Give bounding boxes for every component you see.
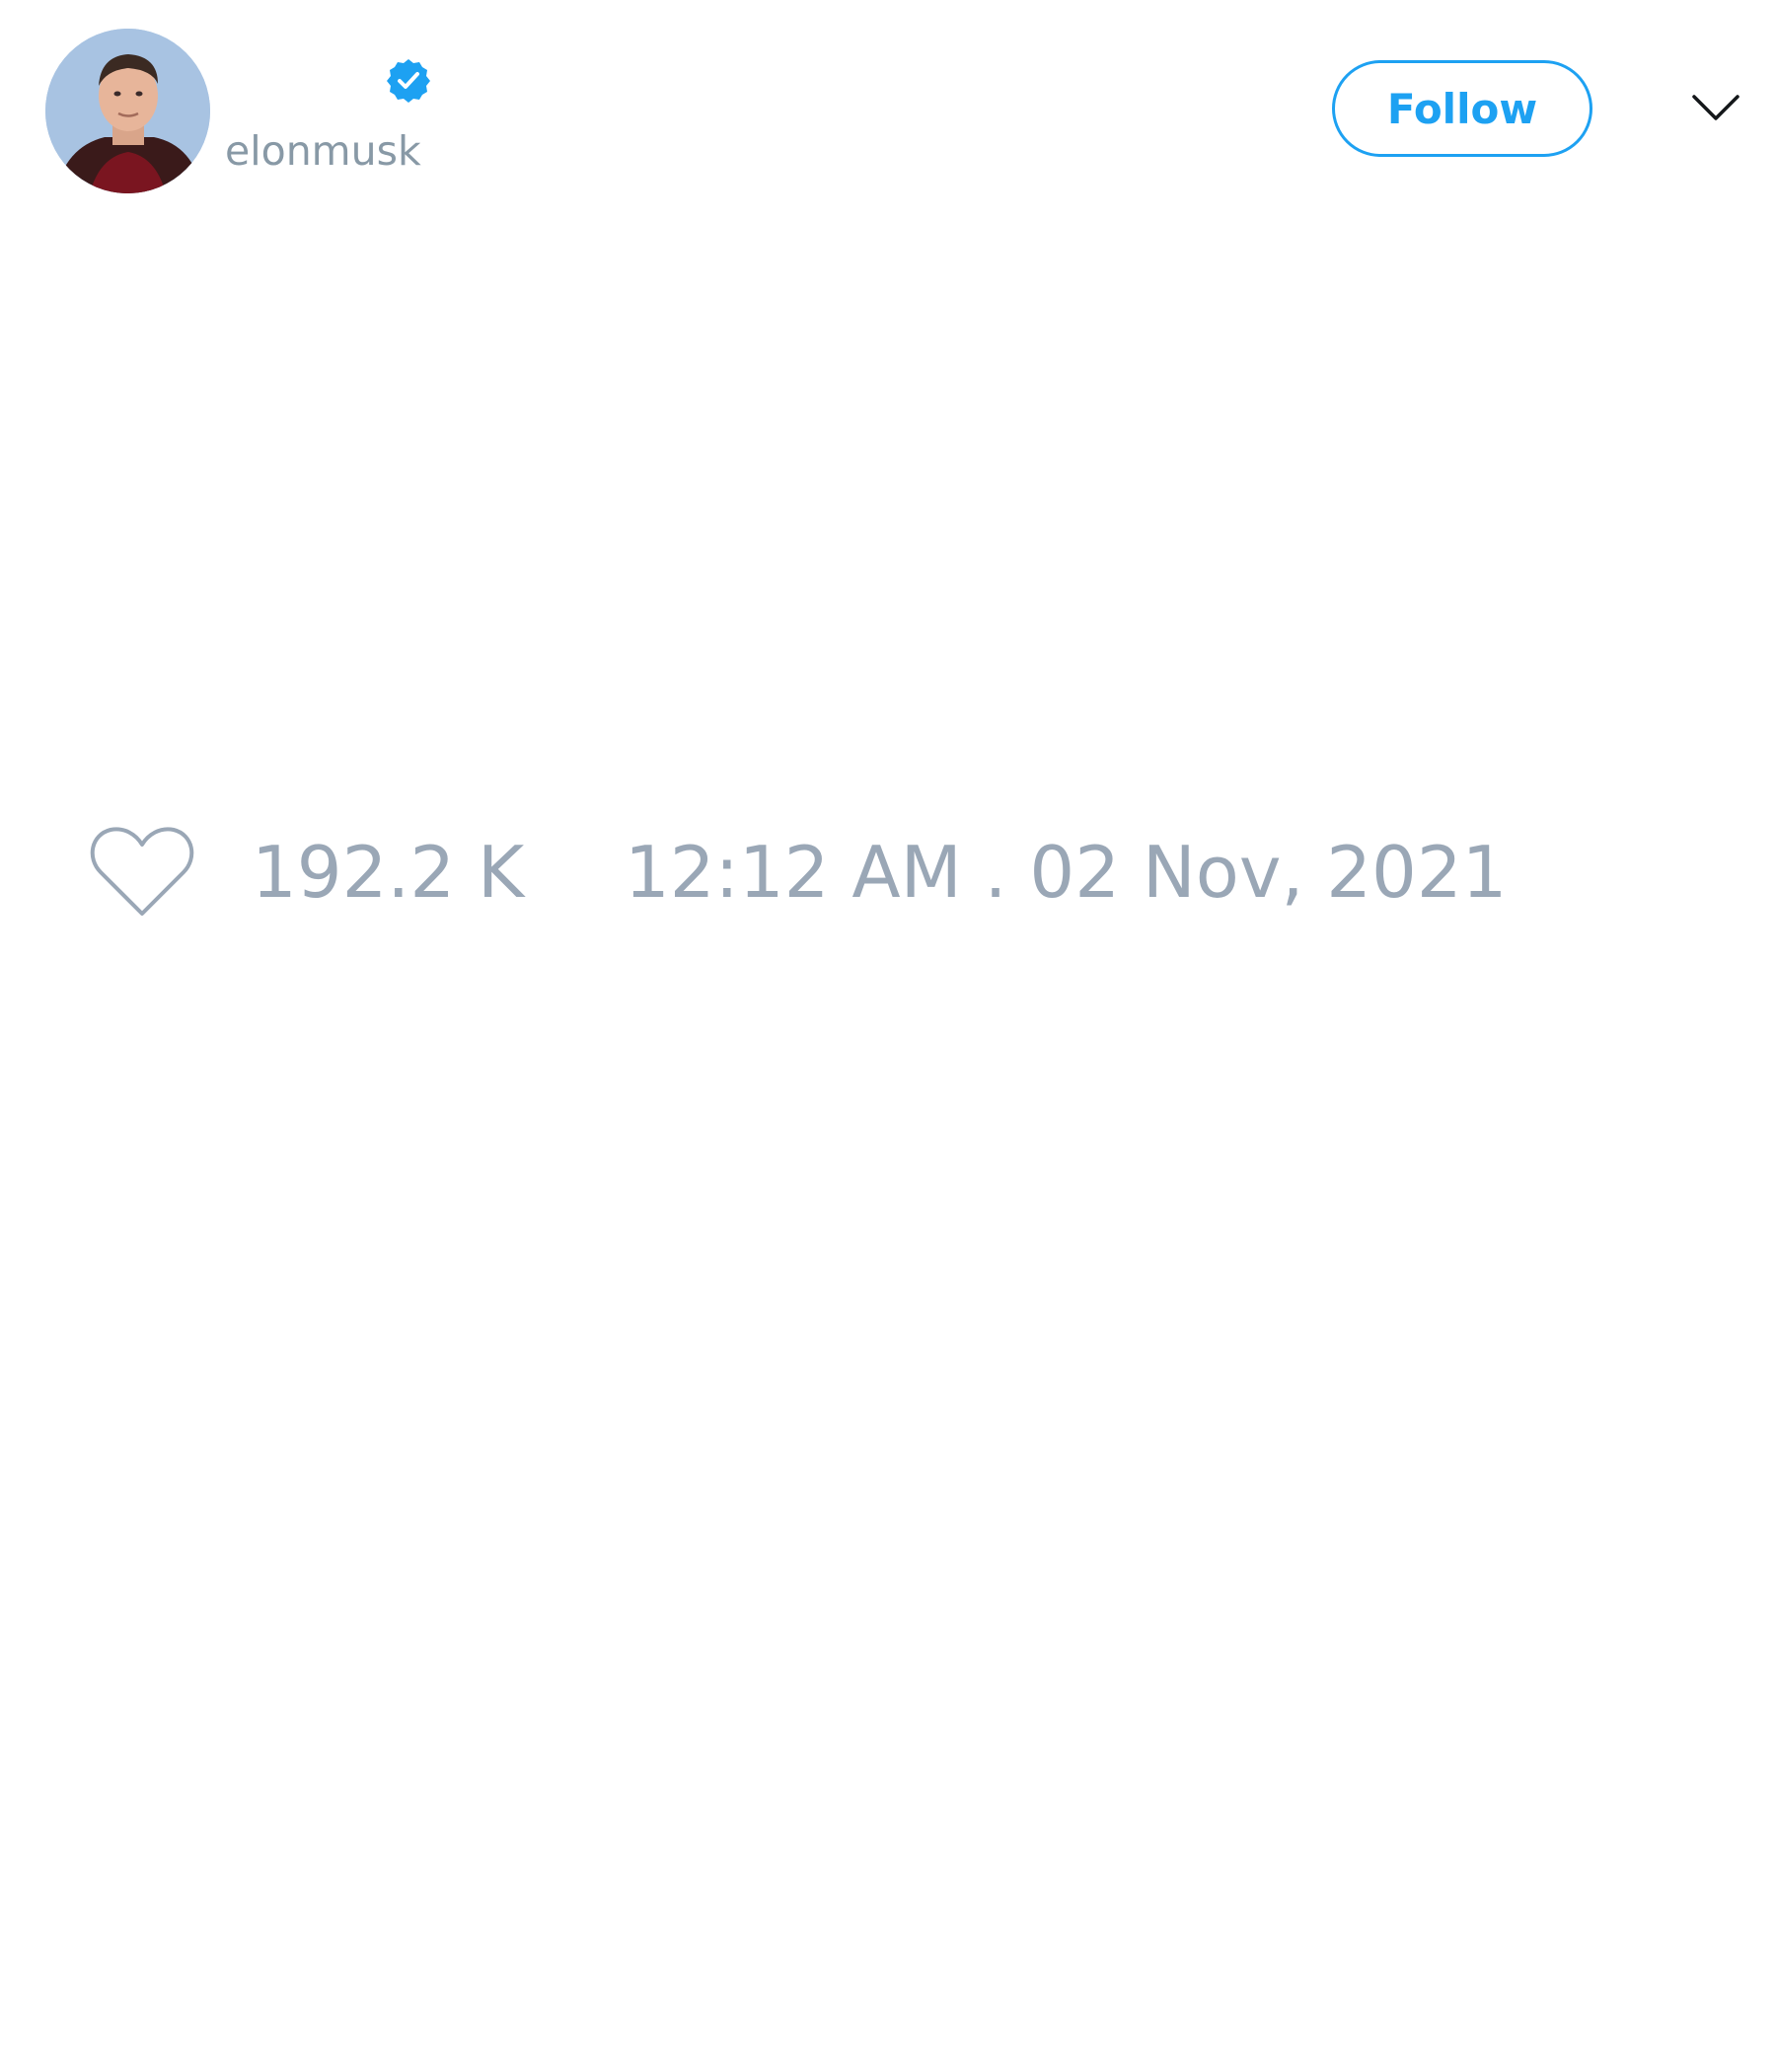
verified-badge-icon [387,59,430,103]
heart-icon[interactable] [89,823,195,922]
profile-photo-icon [45,29,210,193]
tweet-action-bar: 192.2 K 12:12 AM . 02 Nov, 2021 [89,823,1569,922]
chevron-down-icon[interactable] [1691,91,1740,126]
avatar[interactable] [45,29,210,193]
follow-button[interactable]: Follow [1332,60,1592,157]
tweet-text [45,227,1723,779]
user-handle[interactable]: elonmusk [225,126,421,176]
tweet-timestamp[interactable]: 12:12 AM . 02 Nov, 2021 [625,833,1507,912]
tweet-card: elonmusk Follow 192.2 K 12:12 AM . 02 No… [0,0,1776,2072]
like-count: 192.2 K [252,831,525,914]
